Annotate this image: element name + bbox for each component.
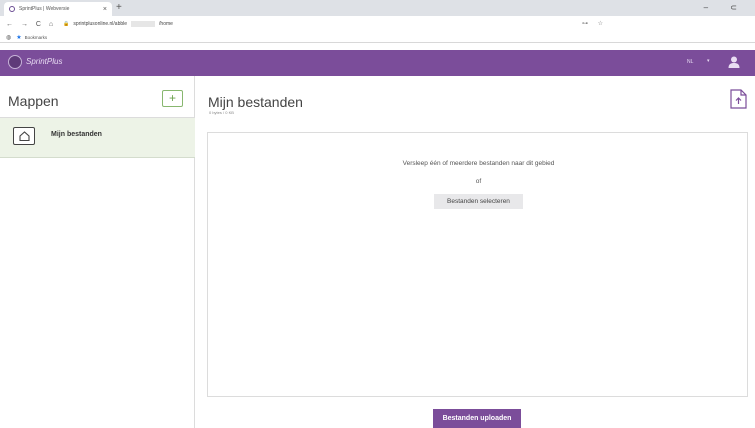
sprintplus-logo-icon[interactable] (8, 55, 22, 69)
user-icon[interactable] (727, 55, 741, 69)
bookmarks-bar: ◍ ★ Bookmarks (0, 32, 755, 43)
address-bar: ← → C ⌂ 🔒 sprintplusonline.nl/abble /hom… (0, 16, 755, 32)
sidebar-item-label: Mijn bestanden (51, 131, 102, 138)
reload-icon[interactable]: C (36, 21, 41, 28)
url-suffix: /home (159, 21, 173, 27)
select-files-button[interactable]: Bestanden selecteren (434, 194, 523, 209)
brand-name: SprintPlus (26, 57, 63, 66)
tab-title: SprintPlus | Webversie (19, 6, 70, 12)
file-upload-icon[interactable] (729, 89, 748, 109)
address-actions[interactable]: ⊶ ☆ (582, 20, 607, 27)
upload-files-button[interactable]: Bestanden uploaden (433, 409, 521, 428)
tab-close-icon[interactable]: × (103, 6, 107, 13)
new-tab-button[interactable]: + (116, 1, 122, 15)
window-controls[interactable]: – ⊂ (704, 1, 747, 15)
bookmark-star-icon: ★ (16, 34, 22, 41)
language-selector[interactable]: NL (687, 59, 693, 65)
url-prefix: sprintplusonline.nl/abble (73, 21, 128, 27)
url-field[interactable]: 🔒 sprintplusonline.nl/abble /home (63, 21, 173, 27)
browser-tab[interactable]: SprintPlus | Webversie × (4, 2, 112, 16)
back-icon[interactable]: ← (6, 21, 13, 28)
sidebar-item-mijn-bestanden[interactable]: Mijn bestanden (0, 118, 195, 158)
storage-usage: 0 bytes / 0 KB (209, 110, 234, 115)
home-icon (13, 127, 35, 145)
url-redacted (131, 21, 156, 27)
browser-tabstrip: SprintPlus | Webversie × + – ⊂ (0, 0, 755, 16)
apps-icon[interactable]: ◍ (6, 34, 11, 41)
home-nav-icon[interactable]: ⌂ (49, 21, 53, 28)
dropzone-or: of (475, 178, 482, 185)
plus-icon: + (168, 91, 176, 105)
sidebar-title: Mappen (8, 93, 59, 109)
folders-sidebar: Mappen + Mijn bestanden (0, 76, 195, 428)
forward-icon[interactable]: → (21, 21, 28, 28)
add-folder-button[interactable]: + (162, 90, 183, 107)
bookmarks-label[interactable]: Bookmarks (25, 35, 48, 40)
chevron-down-icon[interactable]: ▾ (707, 58, 710, 64)
lock-icon: 🔒 (63, 21, 70, 27)
file-dropzone[interactable]: Versleep één of meerdere bestanden naar … (207, 132, 748, 397)
dropzone-instruction: Versleep één of meerdere bestanden naar … (402, 160, 555, 167)
page-title: Mijn bestanden (208, 94, 303, 110)
browser-nav: ← → C ⌂ (6, 21, 59, 28)
favicon-icon (9, 6, 15, 12)
app-header: SprintPlus NL ▾ (0, 50, 755, 76)
